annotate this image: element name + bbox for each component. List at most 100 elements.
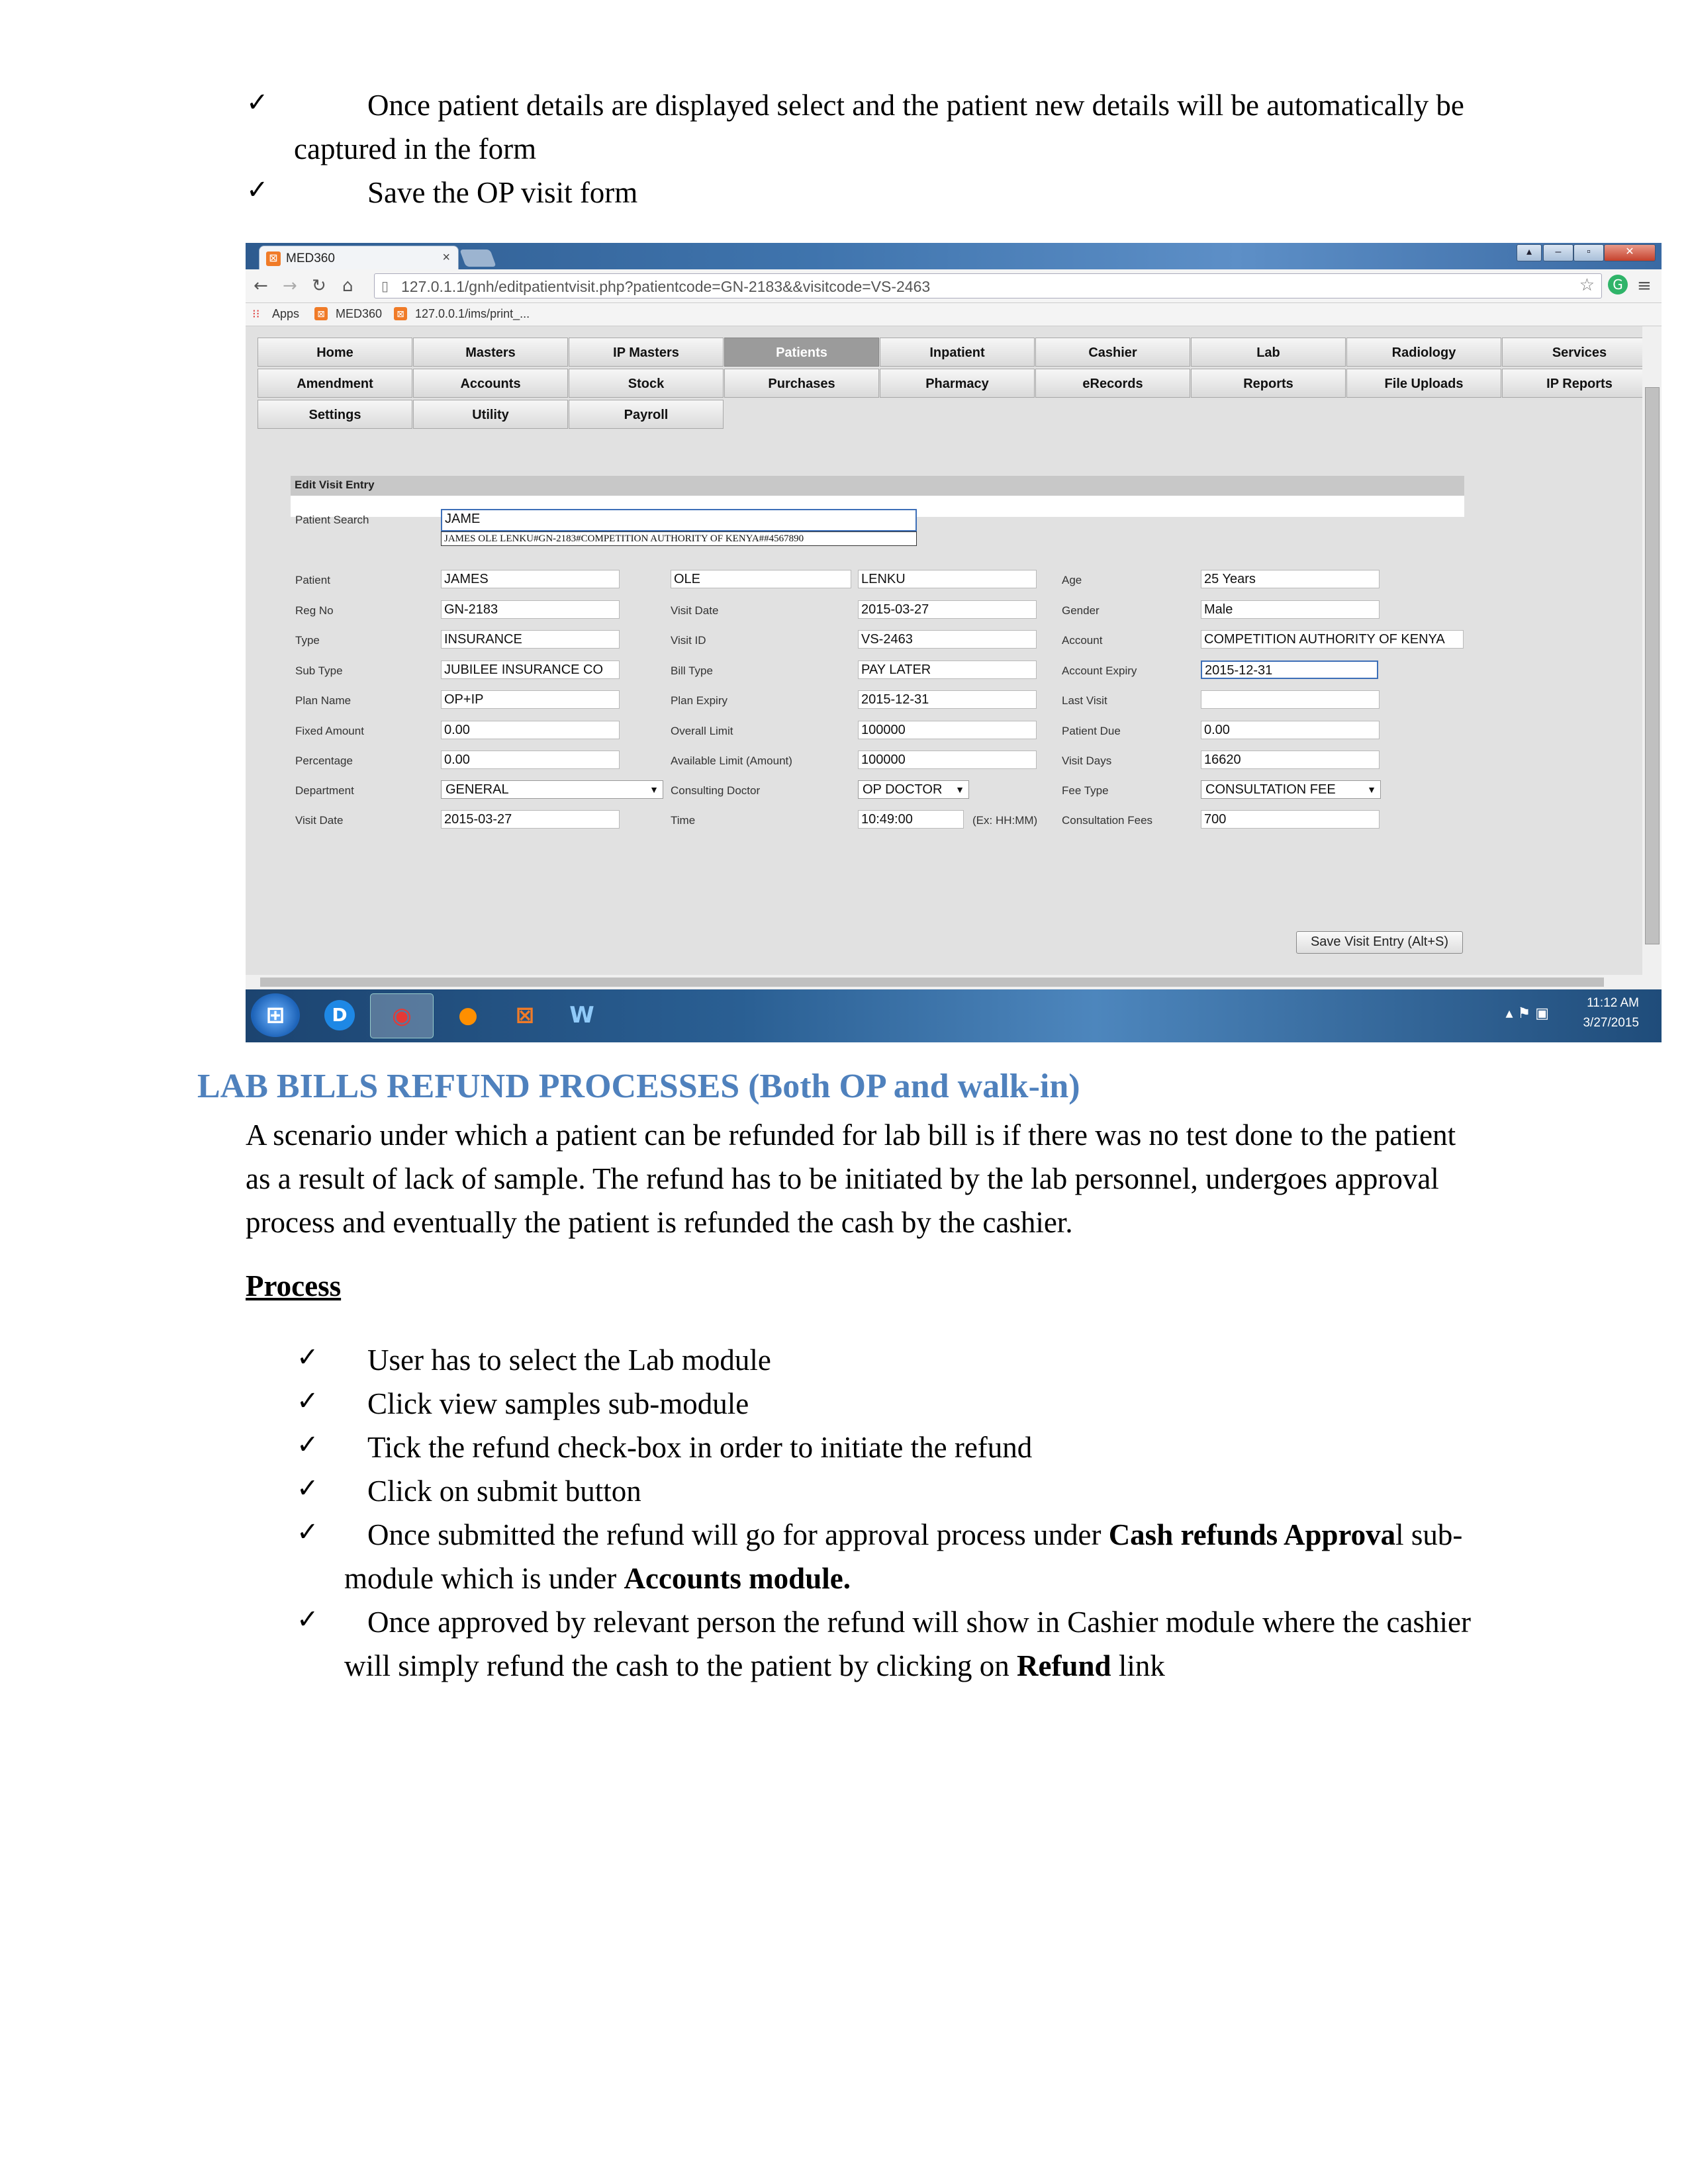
minimize-button[interactable]: – [1543,244,1573,261]
back-icon[interactable]: ← [254,276,268,296]
horizontal-scroll-thumb[interactable] [260,978,1604,987]
percentage-label: Percentage [295,754,353,767]
patient-search-input[interactable]: JAME [441,509,917,531]
home-icon[interactable]: ⌂ [342,276,353,296]
menu-services[interactable]: Services [1502,338,1657,367]
fee-type-select[interactable]: CONSULTATION FEE ▼ [1201,780,1381,799]
menu-amendment[interactable]: Amendment [258,369,412,398]
chrome-icon[interactable]: ◉ [370,993,434,1038]
menu-home[interactable]: Home [258,338,412,367]
menu-accounts[interactable]: Accounts [413,369,568,398]
account-expiry-label: Account Expiry [1062,664,1137,677]
med360-bookmark-icon: ⊠ [314,307,328,320]
windows-start-icon[interactable]: ⊞ [251,993,300,1037]
consulting-doctor-select[interactable]: OP DOCTOR ▼ [858,780,969,799]
word-icon[interactable]: W [555,993,608,1037]
time-field[interactable]: 10:49:00 [858,810,964,829]
menu-reports[interactable]: Reports [1191,369,1346,398]
address-bar[interactable]: ▯ 127.0.1.1/gnh/editpatientvisit.php?pat… [374,273,1602,298]
plan-expiry-field[interactable]: 2015-12-31 [858,690,1037,709]
bookmark-ims-print[interactable]: 127.0.0.1/ims/print_... [415,307,530,321]
bookmark-med360[interactable]: MED360 [336,307,382,321]
overall-limit-field[interactable]: 100000 [858,721,1037,739]
type-field[interactable]: INSURANCE [441,630,620,649]
bill-type-label: Bill Type [671,664,713,677]
url-text: 127.0.1.1/gnh/editpatientvisit.php?patie… [401,278,931,295]
consultation-fees-field[interactable]: 700 [1201,810,1380,829]
menu-inpatient[interactable]: Inpatient [880,338,1035,367]
available-limit-label: Available Limit (Amount) [671,754,792,767]
search-suggestion[interactable]: JAMES OLE LENKU#GN-2183#COMPETITION AUTH… [441,531,917,546]
visit-date-field[interactable]: 2015-03-27 [441,810,620,829]
visit-days-field[interactable]: 16620 [1201,751,1380,769]
save-visit-entry-button[interactable]: Save Visit Entry (Alt+S) [1296,931,1463,954]
menu-erecords[interactable]: eRecords [1035,369,1190,398]
middle-name-field[interactable]: OLE [671,570,851,588]
new-tab-button[interactable] [459,250,496,267]
age-field[interactable]: 25 Years [1201,570,1380,588]
vertical-scrollbar[interactable] [1642,326,1662,975]
med360-favicon-icon: ⊠ [266,251,281,266]
menu-patients[interactable]: Patients [724,338,879,367]
med360-icon[interactable]: ⊠ [498,993,551,1037]
menu-stock[interactable]: Stock [569,369,724,398]
firefox-icon[interactable]: ● [442,993,494,1037]
bookmark-star-icon[interactable]: ☆ [1579,275,1595,295]
ims-bookmark-icon: ⊠ [394,307,407,320]
close-window-button[interactable]: ✕ [1604,244,1656,261]
extension-icon[interactable]: G [1608,275,1628,295]
percentage-field[interactable]: 0.00 [441,751,620,769]
menu-ip-masters[interactable]: IP Masters [569,338,724,367]
reg-no-field[interactable]: GN-2183 [441,600,620,619]
gender-field[interactable]: Male [1201,600,1380,619]
menu-purchases[interactable]: Purchases [724,369,879,398]
fixed-amount-field[interactable]: 0.00 [441,721,620,739]
department-value: GENERAL [445,782,509,797]
menu-radiology[interactable]: Radiology [1346,338,1501,367]
account-field[interactable]: COMPETITION AUTHORITY OF KENYA [1201,630,1464,649]
reload-icon[interactable]: ↻ [312,276,326,296]
menu-masters[interactable]: Masters [413,338,568,367]
visit-id-field[interactable]: VS-2463 [858,630,1037,649]
browser-tab[interactable]: ⊠ MED360 × [259,246,459,270]
menu-file-uploads[interactable]: File Uploads [1346,369,1501,398]
menu-pharmacy[interactable]: Pharmacy [880,369,1035,398]
user-icon[interactable]: ▴ [1517,244,1542,261]
bookmark-apps[interactable]: Apps [272,307,299,321]
last-name-field[interactable]: LENKU [858,570,1037,588]
age-label: Age [1062,574,1082,586]
plan-name-field[interactable]: OP+IP [441,690,620,709]
menu-cashier[interactable]: Cashier [1035,338,1190,367]
sub-type-field[interactable]: JUBILEE INSURANCE CO [441,660,620,679]
tray-icons[interactable]: ▴ ⚑ ▣ [1505,1005,1549,1022]
step5-post: l sub- [1395,1518,1463,1551]
vertical-scroll-thumb[interactable] [1645,387,1660,944]
step-text: will simply refund the cash to the patie… [344,1644,1165,1688]
maximize-button[interactable]: ▫ [1573,244,1604,261]
bookmarks-bar: ⁝⁝ Apps ⊠ MED360 ⊠ 127.0.0.1/ims/print_.… [246,303,1662,326]
first-name-field[interactable]: JAMES [441,570,620,588]
step5-line2-bold: Accounts module. [624,1562,851,1595]
forward-icon[interactable]: → [283,276,297,296]
bill-type-field[interactable]: PAY LATER [858,660,1037,679]
tab-close-icon[interactable]: × [442,250,450,265]
horizontal-scrollbar[interactable] [246,975,1662,989]
department-select[interactable]: GENERAL ▼ [441,780,663,799]
menu-utility[interactable]: Utility [413,400,568,429]
menu-payroll[interactable]: Payroll [569,400,724,429]
d-app-icon[interactable]: D [313,993,366,1037]
menu-lab[interactable]: Lab [1191,338,1346,367]
menu-settings[interactable]: Settings [258,400,412,429]
menu-icon[interactable]: ≡ [1637,276,1652,296]
account-expiry-field[interactable]: 2015-12-31 [1201,660,1378,679]
visit-date2-label: Visit Date [671,604,719,617]
last-visit-field[interactable] [1201,690,1380,709]
bullet-text: Save the OP visit form [367,176,638,209]
visit-date2-field[interactable]: 2015-03-27 [858,600,1037,619]
step-text: Tick the refund check-box in order to in… [367,1431,1033,1464]
account-label: Account [1062,634,1103,647]
department-label: Department [295,784,354,797]
available-limit-field[interactable]: 100000 [858,751,1037,769]
menu-ip-reports[interactable]: IP Reports [1502,369,1657,398]
patient-due-field[interactable]: 0.00 [1201,721,1380,739]
